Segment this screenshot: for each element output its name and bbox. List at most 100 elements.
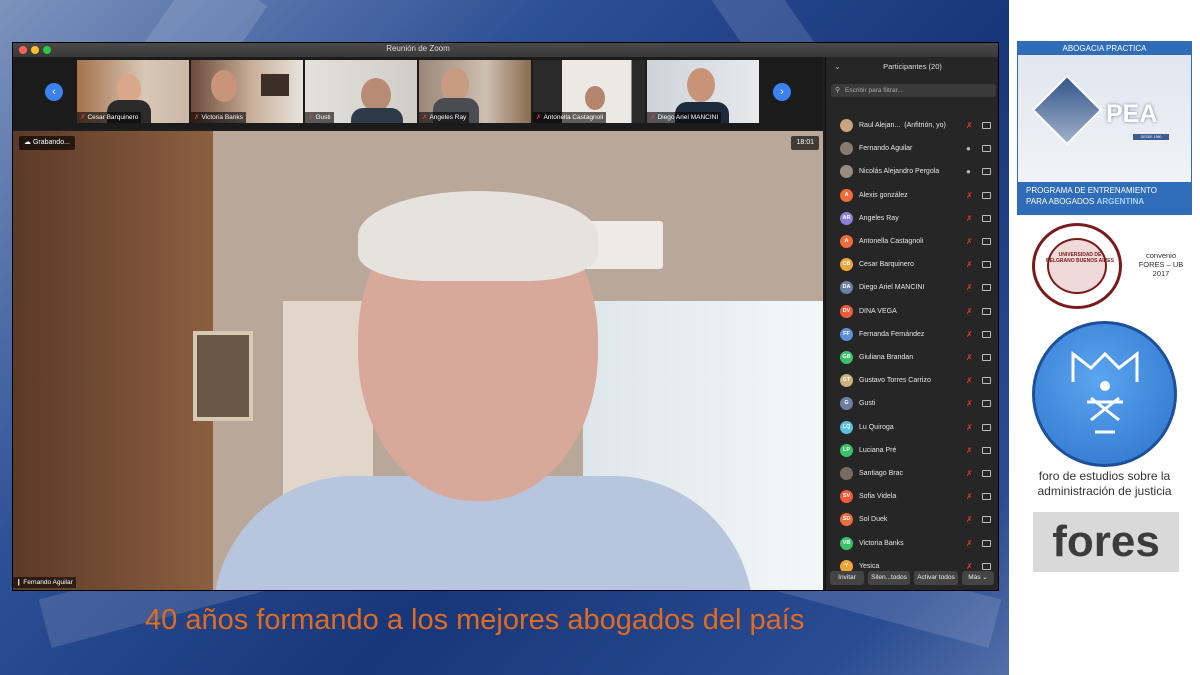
participant-row[interactable]: Fernando Aguilar ● [826, 137, 999, 160]
video-camera-icon[interactable] [982, 122, 991, 129]
muted-mic-icon[interactable]: ✗ [966, 369, 973, 392]
thumbnail-name: ✗ Antonella Castagnoli [533, 112, 607, 123]
recording-indicator[interactable]: ☁ Grabando... [19, 136, 75, 150]
participant-row[interactable]: LQ Lu Quiroga ✗ [826, 416, 999, 439]
thumbnail-name: ✗ Cesar Barquinero [77, 112, 142, 123]
participant-row[interactable]: SD Sol Duek ✗ [826, 508, 999, 531]
seal-text: UNIVERSIDAD DE BELGRANO BUENOS AIRES [1046, 252, 1114, 264]
participant-row[interactable]: G Gusti ✗ [826, 392, 999, 415]
pea-diamond-logo [1031, 74, 1103, 146]
chevron-down-icon[interactable]: ⌄ [834, 57, 841, 77]
video-camera-icon[interactable] [982, 377, 991, 385]
participant-row[interactable]: Nicolás Alejandro Pergola ● [826, 160, 999, 183]
video-thumbnail[interactable]: ✗ Victoria Banks [191, 60, 303, 123]
video-camera-icon[interactable] [982, 284, 991, 292]
video-camera-icon[interactable] [982, 238, 991, 245]
muted-mic-icon: ✗ [650, 114, 656, 121]
muted-mic-icon[interactable]: ✗ [966, 300, 973, 323]
muted-mic-icon[interactable]: ✗ [966, 207, 973, 230]
participant-row[interactable]: DV DINA VEGA ✗ [826, 300, 999, 323]
video-camera-icon[interactable] [982, 400, 991, 408]
mic-icon[interactable]: ● [966, 137, 971, 160]
video-thumbnail[interactable]: ✗ Antonella Castagnoli [533, 60, 645, 123]
invite-button[interactable]: Invitar [830, 571, 864, 585]
fores-wordmark: fores [1033, 512, 1179, 572]
muted-mic-icon[interactable]: ✗ [966, 416, 973, 439]
participant-row[interactable]: LP Luciana Pré ✗ [826, 439, 999, 462]
participant-row[interactable]: A Antonella Castagnoli ✗ [826, 230, 999, 253]
participant-name: Antonella Castagnoli [859, 238, 924, 245]
participant-row[interactable]: A Alexis gonzález ✗ [826, 184, 999, 207]
window-title: Reunión de Zoom [386, 44, 450, 53]
muted-mic-icon[interactable]: ✗ [966, 323, 973, 346]
muted-mic-icon[interactable]: ✗ [966, 253, 973, 276]
previous-page-button[interactable]: ‹ [45, 83, 63, 101]
muted-mic-icon[interactable]: ✗ [966, 184, 973, 207]
avatar: A [840, 188, 853, 202]
muted-mic-icon[interactable]: ✗ [966, 276, 973, 299]
muted-mic-icon[interactable]: ✗ [966, 462, 973, 485]
sponsor-sidebar: ABOGACIA PRACTICA PEA DESDE 1980 PROGRAM… [1009, 0, 1200, 675]
participant-row[interactable]: Raul Alejan... (Anfitrión, yo) ✗ [826, 114, 999, 137]
participant-row[interactable]: Santiago Brac ✗ [826, 462, 999, 485]
muted-mic-icon: ✗ [536, 114, 542, 121]
mute-all-button[interactable]: Silen...todos [868, 571, 910, 585]
video-thumbnail[interactable]: ✗ Gusti [305, 60, 417, 123]
video-camera-icon[interactable] [982, 261, 991, 269]
video-camera-icon[interactable] [982, 214, 991, 222]
participant-name: Santiago Brac [859, 470, 903, 477]
participants-panel: ⌄ Participantes (20) ⚲ Escribir para fil… [825, 57, 998, 590]
video-camera-icon[interactable] [982, 307, 991, 315]
muted-mic-icon: ✗ [194, 114, 200, 121]
participant-row[interactable]: CB Cesar Barquinero ✗ [826, 253, 999, 276]
muted-mic-icon[interactable]: ✗ [966, 439, 973, 462]
participant-row[interactable]: AR Angeles Ray ✗ [826, 207, 999, 230]
video-camera-icon[interactable] [982, 446, 991, 454]
participant-name: Fernanda Fernández [859, 330, 925, 338]
participant-name: Fernando Aguilar [859, 145, 913, 153]
video-camera-icon[interactable] [982, 470, 991, 477]
video-camera-icon[interactable] [982, 354, 991, 361]
video-camera-icon[interactable] [982, 493, 991, 501]
participant-row[interactable]: GB Giuliana Brandan ✗ [826, 346, 999, 369]
muted-mic-icon[interactable]: ✗ [966, 508, 973, 531]
pea-logo-text: PEA [1106, 100, 1158, 128]
muted-mic-icon[interactable]: ✗ [966, 532, 973, 555]
video-camera-icon[interactable] [982, 145, 991, 153]
unmute-all-button[interactable]: Activar todos [914, 571, 958, 585]
muted-mic-icon[interactable]: ✗ [966, 392, 973, 415]
participant-row[interactable]: FF Fernanda Fernández ✗ [826, 323, 999, 346]
thumbnail-name: ✗ Diego Ariel MANCINI [647, 112, 722, 123]
video-thumbnail[interactable]: ✗ Cesar Barquinero [77, 60, 189, 123]
muted-mic-icon[interactable]: ✗ [966, 346, 973, 369]
participant-row[interactable]: DA Diego Ariel MANCINI ✗ [826, 276, 999, 299]
participant-row[interactable]: GT Gustavo Torres Carrizo ✗ [826, 369, 999, 392]
video-camera-icon[interactable] [982, 539, 991, 547]
next-page-button[interactable]: › [773, 83, 791, 101]
avatar: CB [840, 258, 853, 272]
muted-mic-icon[interactable]: ✗ [966, 230, 973, 253]
video-thumbnail[interactable]: ✗ Diego Ariel MANCINI [647, 60, 759, 123]
avatar: LP [840, 443, 853, 457]
more-button[interactable]: Más ⌄ [962, 571, 994, 585]
participant-face [211, 70, 237, 102]
video-camera-icon[interactable] [982, 516, 991, 524]
participant-row[interactable]: SV Sofia Videla ✗ [826, 485, 999, 508]
avatar: SD [840, 513, 853, 527]
participant-row[interactable]: VB Victoria Banks ✗ [826, 532, 999, 555]
pea-logo-box: ABOGACIA PRACTICA PEA DESDE 1980 PROGRAM… [1017, 41, 1192, 215]
avatar: FF [840, 327, 853, 341]
participants-header: ⌄ Participantes (20) [826, 57, 999, 77]
participant-name: Luciana Pré [859, 446, 897, 454]
video-camera-icon[interactable] [982, 168, 991, 176]
mic-icon[interactable]: ● [966, 160, 971, 183]
zoom-window: Reunión de Zoom ‹ ✗ Cesar Barquinero ✗ Vic… [12, 42, 999, 591]
muted-mic-icon[interactable]: ✗ [966, 485, 973, 508]
video-camera-icon[interactable] [982, 191, 991, 199]
participant-search-input[interactable]: ⚲ Escribir para filtrar... [831, 84, 996, 97]
muted-mic-icon[interactable]: ✗ [966, 114, 973, 137]
video-thumbnail[interactable]: ✗ Angeles Ray [419, 60, 531, 123]
video-camera-icon[interactable] [982, 330, 991, 338]
time-badge: 18:01 [791, 136, 819, 150]
video-camera-icon[interactable] [982, 423, 991, 431]
